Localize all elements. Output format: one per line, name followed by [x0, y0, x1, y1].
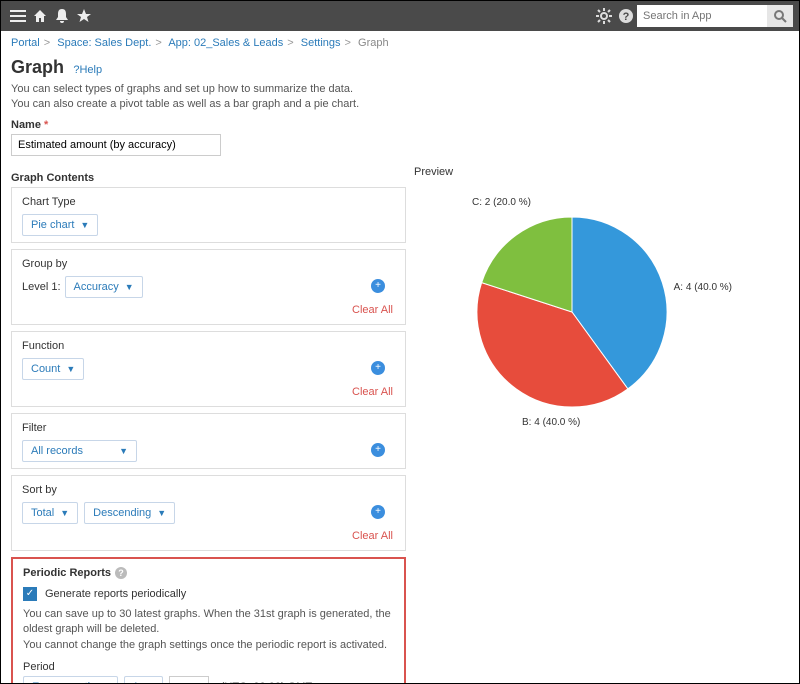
svg-text:?: ?: [623, 11, 630, 23]
breadcrumb-portal[interactable]: Portal: [11, 37, 40, 49]
filter-add-button[interactable]: +: [371, 443, 385, 457]
group-by-clear-all[interactable]: Clear All: [22, 304, 393, 316]
group-by-add-button[interactable]: +: [371, 279, 385, 293]
breadcrumb-space[interactable]: Space: Sales Dept.: [57, 37, 151, 49]
chevron-down-icon: ▼: [119, 446, 128, 456]
breadcrumb-app[interactable]: App: 02_Sales & Leads: [168, 37, 283, 49]
star-icon[interactable]: [73, 5, 95, 27]
period-label: Period: [23, 661, 394, 673]
graph-contents-label: Graph Contents: [11, 172, 406, 184]
chart-type-dropdown[interactable]: Pie chart▼: [22, 214, 98, 236]
search-input[interactable]: [637, 5, 767, 27]
pie-chart: A: 4 (40.0 %) B: 4 (40.0 %) C: 2 (20.0 %…: [412, 182, 732, 442]
sort-add-button[interactable]: +: [371, 505, 385, 519]
group-by-section: Group by Level 1: Accuracy▼ + Clear All: [11, 249, 406, 325]
function-section: Function Count▼ + Clear All: [11, 331, 406, 407]
sort-by-section: Sort by Total▼ Descending▼ + Clear All: [11, 475, 406, 551]
chevron-down-icon: ▼: [157, 508, 166, 518]
function-label: Function: [22, 340, 395, 352]
function-add-button[interactable]: +: [371, 361, 385, 375]
menu-icon[interactable]: [7, 5, 29, 27]
pie-label-b: B: 4 (40.0 %): [522, 417, 580, 428]
group-by-dropdown[interactable]: Accuracy▼: [65, 276, 143, 298]
sort-field-dropdown[interactable]: Total▼: [22, 502, 78, 524]
filter-label: Filter: [22, 422, 395, 434]
periodic-note: You can save up to 30 latest graphs. Whe…: [23, 607, 394, 653]
level-prefix: Level 1:: [22, 281, 61, 293]
function-dropdown[interactable]: Count▼: [22, 358, 84, 380]
periodic-reports-section: Periodic Reports ? ✓ Generate reports pe…: [11, 557, 406, 684]
breadcrumb-settings[interactable]: Settings: [301, 37, 341, 49]
period-day-dropdown[interactable]: 1▼: [124, 676, 163, 684]
sort-order-dropdown[interactable]: Descending▼: [84, 502, 175, 524]
search-button[interactable]: [767, 5, 793, 27]
filter-dropdown[interactable]: All records▼: [22, 440, 137, 462]
chevron-down-icon: ▼: [125, 282, 134, 292]
function-clear-all[interactable]: Clear All: [22, 386, 393, 398]
help-icon[interactable]: ?: [615, 5, 637, 27]
page-description: You can select types of graphs and set u…: [11, 82, 789, 113]
chevron-down-icon: ▼: [60, 508, 69, 518]
home-icon[interactable]: [29, 5, 51, 27]
period-interval-dropdown[interactable]: Every month▼: [23, 676, 118, 684]
periodic-reports-label: Periodic Reports ?: [23, 567, 394, 579]
page-title: Graph: [11, 57, 64, 78]
generate-periodically-label: Generate reports periodically: [45, 588, 186, 600]
group-by-label: Group by: [22, 258, 395, 270]
info-icon[interactable]: ?: [115, 567, 127, 579]
topbar: ?: [1, 1, 799, 31]
breadcrumb-current: Graph: [358, 37, 389, 49]
help-link[interactable]: ?Help: [73, 64, 102, 76]
pie-label-a: A: 4 (40.0 %): [674, 282, 732, 293]
name-input[interactable]: [11, 134, 221, 156]
pie-label-c: C: 2 (20.0 %): [472, 197, 531, 208]
chevron-down-icon: ▼: [80, 220, 89, 230]
generate-periodically-checkbox[interactable]: ✓: [23, 587, 37, 601]
chart-type-label: Chart Type: [22, 196, 395, 208]
name-label: Name *: [11, 119, 789, 131]
filter-section: Filter All records▼ +: [11, 413, 406, 469]
preview-label: Preview: [414, 166, 789, 178]
sort-by-label: Sort by: [22, 484, 395, 496]
gear-icon[interactable]: [593, 5, 615, 27]
sort-clear-all[interactable]: Clear All: [22, 530, 393, 542]
breadcrumb: Portal> Space: Sales Dept.> App: 02_Sale…: [1, 31, 799, 53]
chart-type-section: Chart Type Pie chart▼: [11, 187, 406, 243]
bell-icon[interactable]: [51, 5, 73, 27]
chevron-down-icon: ▼: [66, 364, 75, 374]
period-time-input[interactable]: [169, 676, 209, 684]
